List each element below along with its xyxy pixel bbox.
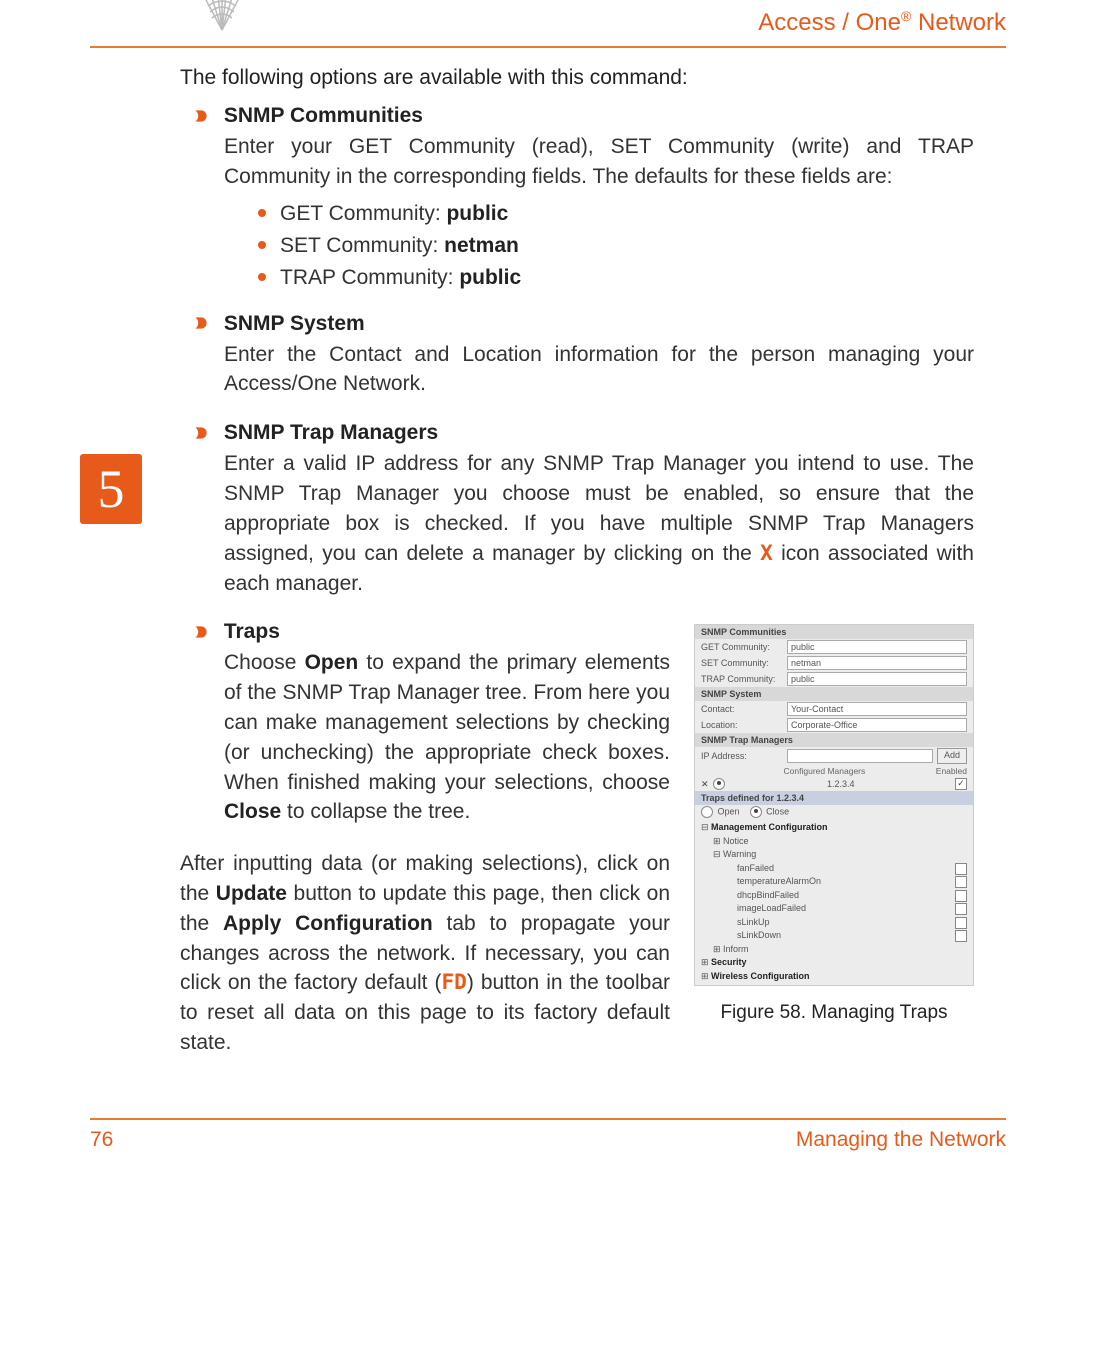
footer-page-number: 76 xyxy=(90,1128,113,1152)
fd-icon: FD xyxy=(442,970,467,994)
section-snmp-trap-managers-title: SNMP Trap Managers xyxy=(224,421,974,445)
fig-radio-selected[interactable] xyxy=(713,778,725,790)
footer-section-title: Managing the Network xyxy=(796,1128,1006,1152)
fig-node-notice[interactable]: ⊞ Notice xyxy=(701,835,967,849)
section-snmp-system-body: Enter the Contact and Location informati… xyxy=(224,340,974,400)
fig-add-button[interactable]: Add xyxy=(937,748,967,764)
section-traps-body: Choose Open to expand the primary elemen… xyxy=(224,648,670,827)
intro-text: The following options are available with… xyxy=(180,66,974,90)
fig-label-location: Location: xyxy=(701,720,783,730)
dot-icon xyxy=(258,241,266,249)
fig-leaf-temperature: temperatureAlarmOn xyxy=(737,875,821,889)
fig-label-contact: Contact: xyxy=(701,704,783,714)
fig-row-ip: 1.2.3.4 xyxy=(827,779,855,789)
sub-item-set-community: SET Community: netman xyxy=(258,234,974,258)
fig-label-trap: TRAP Community: xyxy=(701,674,783,684)
fig-heading-system: SNMP System xyxy=(695,687,973,701)
fig-delete-x-icon[interactable]: ✕ xyxy=(701,779,709,789)
sub-item-trap-community: TRAP Community: public xyxy=(258,266,974,290)
fig-checkbox[interactable] xyxy=(955,903,967,915)
fig-radio-open[interactable] xyxy=(701,806,713,818)
fig-input-contact[interactable]: Your-Contact xyxy=(787,702,967,716)
fig-leaf-slinkdown: sLinkDown xyxy=(737,929,781,943)
x-icon: X xyxy=(760,541,773,565)
fig-leaf-fanfailed: fanFailed xyxy=(737,862,774,876)
fig-node-wireless[interactable]: ⊞ Wireless Configuration xyxy=(701,970,967,984)
fig-leaf-slinkup: sLinkUp xyxy=(737,916,770,930)
section-snmp-communities-body: Enter your GET Community (read), SET Com… xyxy=(224,132,974,192)
fig-node-warning[interactable]: ⊟ Warning xyxy=(701,848,967,862)
fig-node-management[interactable]: ⊟ Management Configuration xyxy=(701,821,967,835)
fig-radio-close[interactable] xyxy=(750,806,762,818)
bullet-icon xyxy=(194,312,218,335)
page-header: Access / One® Network xyxy=(90,0,1006,48)
fig-heading-traps-defined: Traps defined for 1.2.3.4 xyxy=(695,791,973,805)
chapter-tab: 5 xyxy=(80,454,142,524)
fig-checkbox[interactable] xyxy=(955,863,967,875)
brand-logo-icon xyxy=(200,0,244,37)
fig-label-set: SET Community: xyxy=(701,658,783,668)
figure-panel: SNMP Communities GET Community: public SE… xyxy=(694,624,974,986)
fig-checkbox[interactable] xyxy=(955,890,967,902)
section-snmp-trap-managers-body: Enter a valid IP address for any SNMP Tr… xyxy=(224,449,974,598)
fig-input-trap[interactable]: public xyxy=(787,672,967,686)
fig-input-ip[interactable] xyxy=(787,749,933,763)
fig-input-get[interactable]: public xyxy=(787,640,967,654)
section-traps-title: Traps xyxy=(224,620,670,644)
section-snmp-communities-title: SNMP Communities xyxy=(224,104,974,128)
fig-leaf-dhcp: dhcpBindFailed xyxy=(737,889,799,903)
dot-icon xyxy=(258,273,266,281)
dot-icon xyxy=(258,209,266,217)
fig-node-security[interactable]: ⊞ Security xyxy=(701,956,967,970)
fig-label-ip: IP Address: xyxy=(701,751,783,761)
fig-checkbox[interactable] xyxy=(955,876,967,888)
fig-input-location[interactable]: Corporate-Office xyxy=(787,718,967,732)
fig-input-set[interactable]: netman xyxy=(787,656,967,670)
fig-checkbox-enabled[interactable] xyxy=(955,778,967,790)
bullet-icon xyxy=(194,620,218,643)
fig-col-enabled: Enabled xyxy=(936,766,967,776)
figure-caption: Figure 58. Managing Traps xyxy=(694,1002,974,1024)
fig-checkbox[interactable] xyxy=(955,917,967,929)
bullet-icon xyxy=(194,104,218,127)
section-snmp-system-title: SNMP System xyxy=(224,312,974,336)
fig-label-get: GET Community: xyxy=(701,642,783,652)
header-brand-text: Access / One® Network xyxy=(758,8,1006,37)
fig-col-configured: Configured Managers xyxy=(784,766,866,776)
fig-heading-trap-managers: SNMP Trap Managers xyxy=(695,733,973,747)
fig-leaf-imageload: imageLoadFailed xyxy=(737,902,806,916)
fig-heading-communities: SNMP Communities xyxy=(695,625,973,639)
fig-checkbox[interactable] xyxy=(955,930,967,942)
fig-node-inform[interactable]: ⊞ Inform xyxy=(701,943,967,957)
after-paragraph: After inputting data (or making selectio… xyxy=(180,849,670,1058)
bullet-icon xyxy=(194,421,218,444)
page-footer: 76 Managing the Network xyxy=(90,1118,1006,1152)
sub-item-get-community: GET Community: public xyxy=(258,202,974,226)
